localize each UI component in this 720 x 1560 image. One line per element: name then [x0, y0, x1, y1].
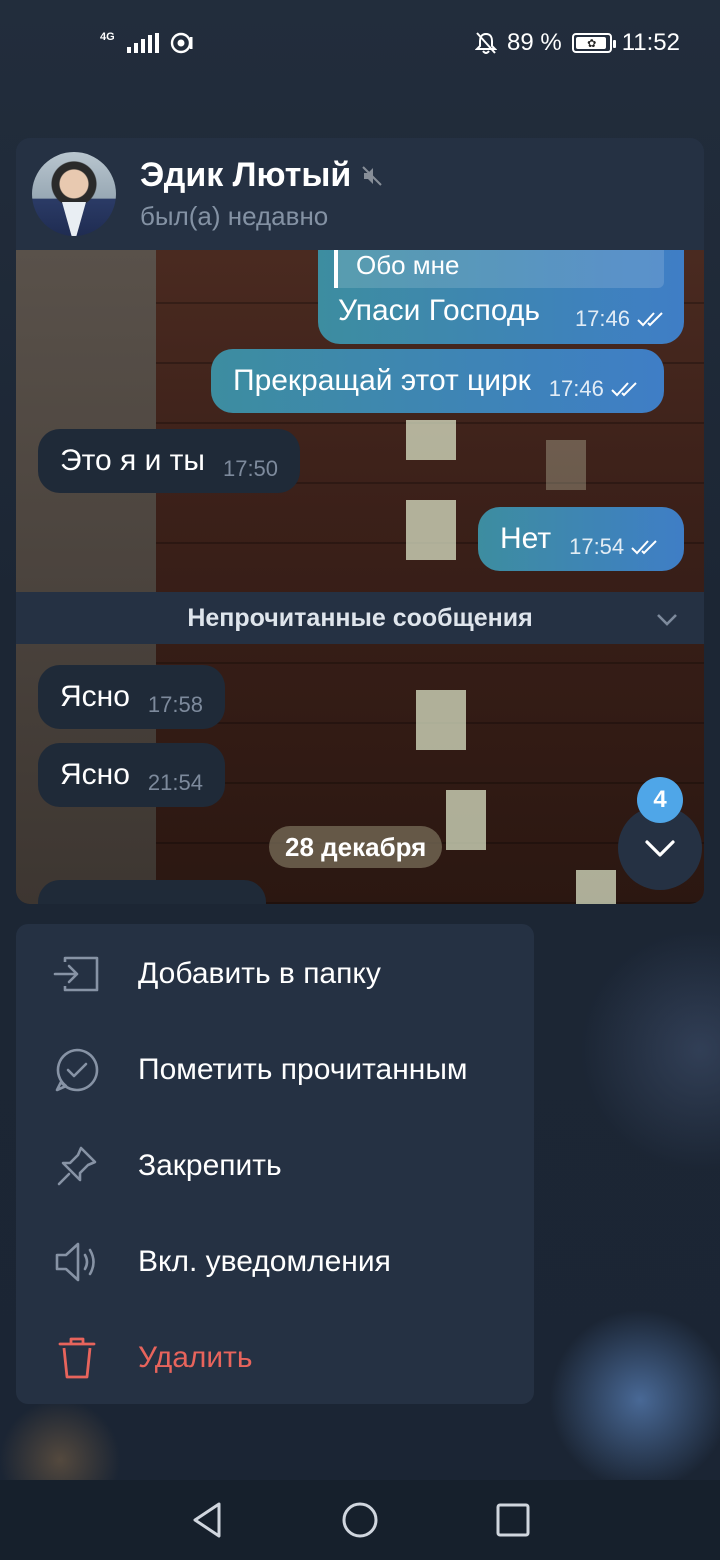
message-bubble-incoming[interactable]: Ясно 17:58	[38, 665, 225, 729]
menu-item-label: Удалить	[138, 1341, 253, 1374]
bell-off-icon	[475, 32, 498, 54]
network-type: 4G	[100, 30, 115, 43]
back-button[interactable]	[185, 1498, 229, 1542]
unread-divider: Непрочитанные сообщения	[16, 592, 704, 644]
menu-item-label: Пометить прочитанным	[138, 1053, 468, 1086]
message-text: Прекращай этот цирк	[233, 364, 531, 397]
message-text: Ясно	[60, 758, 130, 791]
signal-icon	[126, 33, 159, 53]
message-meta: 17:46	[575, 306, 668, 332]
menu-item-label: Закрепить	[138, 1149, 282, 1182]
menu-item-delete[interactable]: Удалить	[16, 1310, 534, 1406]
context-menu: Добавить в папку Пометить прочитанным За…	[16, 924, 534, 1404]
chat-status: был(а) недавно	[140, 201, 329, 231]
status-bar: 4G 89 % ✿ 11:52	[0, 0, 720, 86]
message-text: Упаси Господь	[338, 294, 541, 327]
speaker-icon	[52, 1237, 102, 1287]
unread-count-badge: 4	[637, 777, 683, 823]
message-bubble-outgoing[interactable]: Нет 17:54	[478, 507, 685, 571]
battery-icon: ✿	[571, 33, 616, 53]
chevron-down-icon	[645, 840, 675, 857]
message-bubble-incoming[interactable]: Это я и ты 17:50	[38, 429, 301, 493]
menu-item-add-to-folder[interactable]: Добавить в папку	[16, 926, 534, 1022]
home-button[interactable]	[338, 1498, 382, 1542]
date-chip: 28 декабря	[269, 826, 443, 868]
chat-header[interactable]: Эдик Лютый был(а) недавно	[16, 138, 704, 250]
message-time: 17:54	[569, 534, 625, 559]
message-text: Ясно	[60, 680, 130, 713]
message-bubble-outgoing[interactable]: Прекращай этот цирк 17:46	[211, 349, 664, 413]
message-time: 17:58	[147, 692, 203, 717]
mark-read-icon	[52, 1045, 102, 1095]
avatar[interactable]	[32, 152, 116, 236]
muted-icon	[362, 165, 383, 186]
unread-divider-label: Непрочитанные сообщения	[187, 603, 533, 632]
trash-icon	[52, 1333, 102, 1383]
message-text: Это я и ты	[60, 444, 205, 477]
menu-item-enable-notifications[interactable]: Вкл. уведомления	[16, 1214, 534, 1310]
chevron-down-icon[interactable]	[654, 606, 680, 632]
message-meta: 17:54	[569, 534, 662, 560]
message-bubble-outgoing[interactable]: Обо мне Упаси Господь 17:46	[318, 248, 684, 344]
message-text: Нет	[500, 522, 552, 555]
chat-title: Эдик Лютый	[140, 156, 352, 194]
recents-button[interactable]	[491, 1498, 535, 1542]
message-bubble-incoming[interactable]	[38, 880, 266, 904]
message-time: 17:46	[548, 376, 604, 401]
pin-icon	[52, 1141, 102, 1191]
message-time: 21:54	[147, 770, 203, 795]
add-to-folder-icon	[52, 949, 102, 999]
recents-square-icon	[496, 1503, 530, 1537]
menu-item-pin[interactable]: Закрепить	[16, 1118, 534, 1214]
double-check-icon	[631, 540, 657, 555]
menu-item-label: Добавить в папку	[138, 957, 381, 990]
double-check-icon	[637, 312, 663, 327]
message-time: 17:50	[222, 456, 279, 481]
chat-preview[interactable]: Эдик Лютый был(а) недавно Обо мне Упаси …	[16, 138, 704, 904]
menu-item-label: Вкл. уведомления	[138, 1245, 391, 1278]
double-check-icon	[611, 382, 637, 397]
reply-quote[interactable]: Обо мне	[334, 248, 664, 288]
menu-item-mark-read[interactable]: Пометить прочитанным	[16, 1022, 534, 1118]
system-navigation-bar	[0, 1480, 720, 1560]
home-circle-icon	[342, 1502, 378, 1538]
clock: 11:52	[621, 29, 680, 56]
message-time: 17:46	[574, 306, 630, 331]
message-bubble-incoming[interactable]: Ясно 21:54	[38, 743, 225, 807]
battery-percent: 89 %	[507, 29, 562, 56]
back-triangle-icon	[193, 1502, 221, 1538]
hotspot-icon	[170, 32, 193, 54]
message-meta: 17:46	[549, 376, 642, 402]
